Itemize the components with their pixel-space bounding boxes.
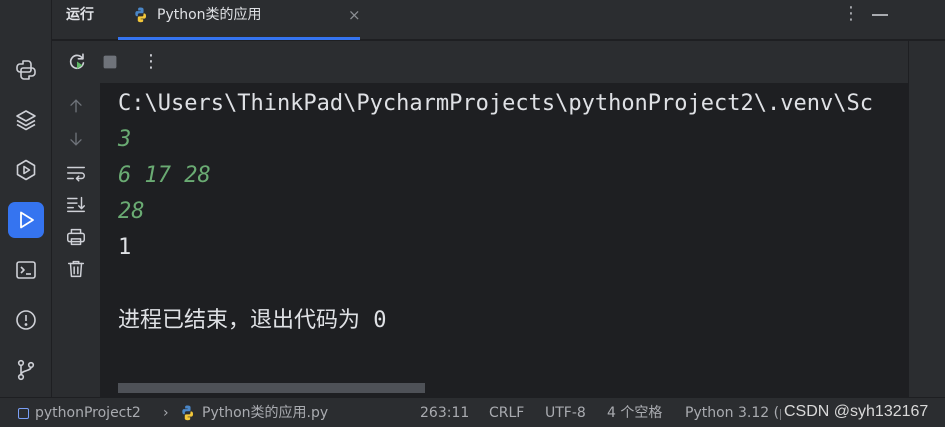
tab-label: Python类的应用: [157, 7, 262, 23]
console-side-actions: [52, 83, 100, 397]
soft-wrap-button[interactable]: [65, 162, 87, 184]
services-icon: [16, 159, 36, 181]
status-interpreter[interactable]: Python 3.12 (pythonProject2): [685, 398, 781, 427]
console-line-input: 6 17 28: [118, 163, 211, 188]
status-encoding[interactable]: UTF-8: [545, 398, 586, 427]
scroll-up-button[interactable]: [65, 95, 87, 117]
soft-wrap-icon: [67, 166, 85, 182]
tab-python-run-config[interactable]: Python类的应用 ×: [118, 0, 361, 40]
breadcrumb-separator: ›: [163, 405, 169, 421]
scroll-to-end-button[interactable]: [65, 193, 87, 215]
status-project-name[interactable]: pythonProject2: [35, 398, 141, 427]
run-icon: [20, 211, 34, 229]
status-indent[interactable]: 4 个空格: [607, 398, 662, 427]
console-line-output: 1: [118, 235, 132, 260]
layers-icon: [16, 110, 36, 131]
status-file-name[interactable]: Python类的应用.py: [202, 398, 328, 427]
horizontal-scrollbar[interactable]: [118, 383, 425, 393]
run-panel-title: 运行: [66, 7, 94, 23]
run-tool-button[interactable]: [8, 202, 44, 238]
print-button[interactable]: [65, 226, 87, 248]
scroll-up-icon: [70, 99, 82, 113]
status-caret-position[interactable]: 263:11: [420, 398, 469, 427]
status-line-ending[interactable]: CRLF: [489, 398, 524, 427]
watermark-text: CSDN @syh132167: [784, 403, 929, 420]
run-console-output[interactable]: C:\Users\ThinkPad\PycharmProjects\python…: [100, 83, 908, 397]
stop-button[interactable]: [99, 51, 121, 73]
left-tool-strip: [0, 0, 52, 397]
console-line-exit-message: 进程已结束，退出代码为 0: [118, 308, 387, 333]
ide-window: 运行 Python类的应用 × ⋮ ⋮ C:\Users\ThinkPad\Py…: [0, 0, 945, 427]
problems-button[interactable]: [8, 302, 44, 338]
python-packages-icon: [16, 60, 36, 80]
run-panel-header: 运行 Python类的应用 × ⋮: [52, 0, 945, 40]
rerun-button[interactable]: [66, 51, 88, 73]
scroll-down-icon: [70, 132, 82, 146]
header-more-icon[interactable]: ⋮: [842, 0, 860, 30]
minimize-icon: [872, 14, 888, 16]
scroll-to-end-icon: [67, 196, 85, 213]
scroll-down-button[interactable]: [65, 128, 87, 150]
stop-icon: [103, 55, 117, 69]
close-tab-icon[interactable]: ×: [348, 0, 361, 30]
python-file-icon: [135, 7, 147, 23]
active-tab-indicator: [118, 37, 360, 40]
toolbar-more-icon[interactable]: ⋮: [140, 51, 162, 73]
right-tool-strip: [908, 41, 945, 397]
terminal-icon: [16, 261, 36, 279]
terminal-button[interactable]: [8, 252, 44, 288]
services-button[interactable]: [8, 152, 44, 188]
python-file-icon: [182, 405, 194, 421]
print-icon: [67, 228, 85, 246]
clear-all-button[interactable]: [65, 258, 87, 280]
problems-icon: [16, 310, 36, 330]
project-icon: [18, 408, 29, 419]
trash-icon: [67, 260, 85, 278]
run-toolbar: ⋮: [52, 41, 908, 83]
rerun-icon: [69, 53, 85, 70]
layers-button[interactable]: [8, 102, 44, 138]
console-line-input: 28: [118, 199, 145, 224]
git-icon: [17, 359, 35, 381]
python-packages-button[interactable]: [8, 52, 44, 88]
console-line-command: C:\Users\ThinkPad\PycharmProjects\python…: [118, 91, 873, 116]
git-button[interactable]: [8, 352, 44, 388]
console-line-input: 3: [118, 127, 132, 152]
